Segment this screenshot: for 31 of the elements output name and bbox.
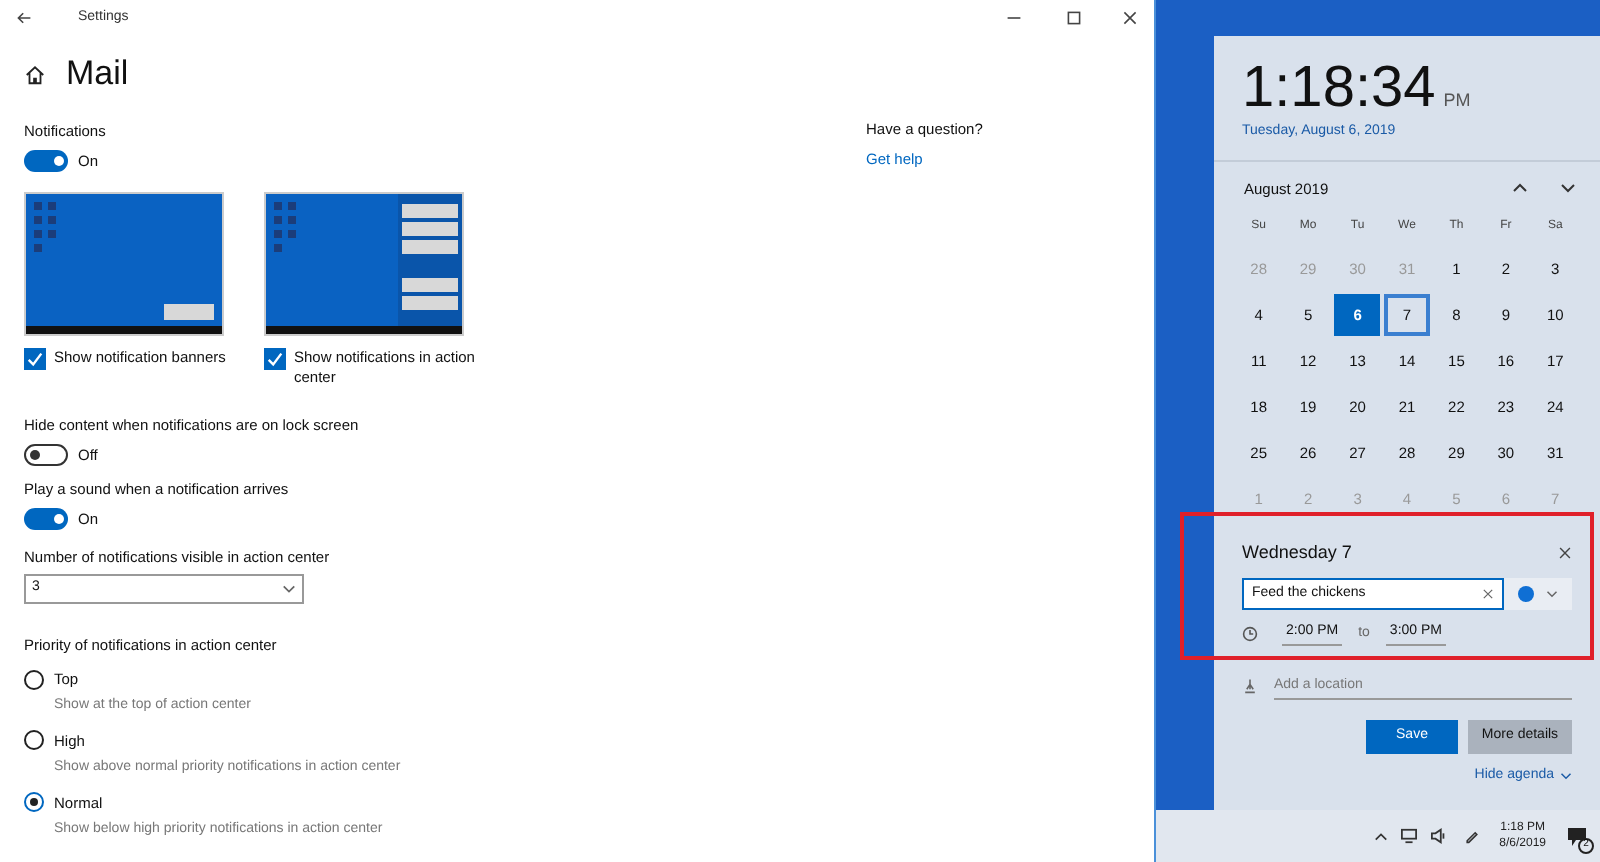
close-icon[interactable] bbox=[1122, 10, 1138, 26]
event-day-heading: Wednesday 7 bbox=[1242, 539, 1352, 566]
toggle-switch[interactable] bbox=[24, 443, 68, 466]
monitor-icon[interactable] bbox=[1399, 828, 1418, 844]
chevron-up-icon[interactable] bbox=[1512, 182, 1528, 195]
speaker-icon[interactable] bbox=[1429, 828, 1448, 844]
clock-ampm: PM bbox=[1443, 88, 1471, 114]
chevron-down-icon[interactable] bbox=[1560, 182, 1576, 195]
notification-icon[interactable] bbox=[1566, 825, 1588, 847]
checkbox[interactable] bbox=[24, 347, 46, 369]
clock-icon bbox=[1242, 626, 1258, 642]
color-picker[interactable] bbox=[1504, 578, 1572, 611]
pen-icon[interactable] bbox=[1463, 828, 1480, 844]
checkbox[interactable] bbox=[264, 347, 286, 369]
chevron-up-icon[interactable] bbox=[1373, 831, 1388, 841]
radio-button[interactable] bbox=[24, 669, 44, 690]
home-icon[interactable] bbox=[24, 63, 46, 85]
clock-time: 1:18:34 bbox=[1242, 56, 1436, 120]
back-icon[interactable] bbox=[16, 10, 32, 26]
location-icon bbox=[1242, 678, 1258, 695]
page-title: Mail bbox=[66, 52, 129, 97]
toggle-switch[interactable] bbox=[24, 508, 68, 531]
toggle-switch[interactable] bbox=[24, 150, 68, 173]
radio-button[interactable] bbox=[24, 730, 44, 751]
chevron-down-icon bbox=[1546, 590, 1558, 599]
close-icon[interactable] bbox=[1558, 546, 1572, 560]
radio-button[interactable] bbox=[24, 792, 44, 813]
chevron-down-icon bbox=[282, 583, 296, 594]
clear-icon[interactable] bbox=[1482, 588, 1494, 601]
chevron-down-icon bbox=[1560, 772, 1572, 780]
maximize-icon[interactable] bbox=[1066, 10, 1082, 26]
